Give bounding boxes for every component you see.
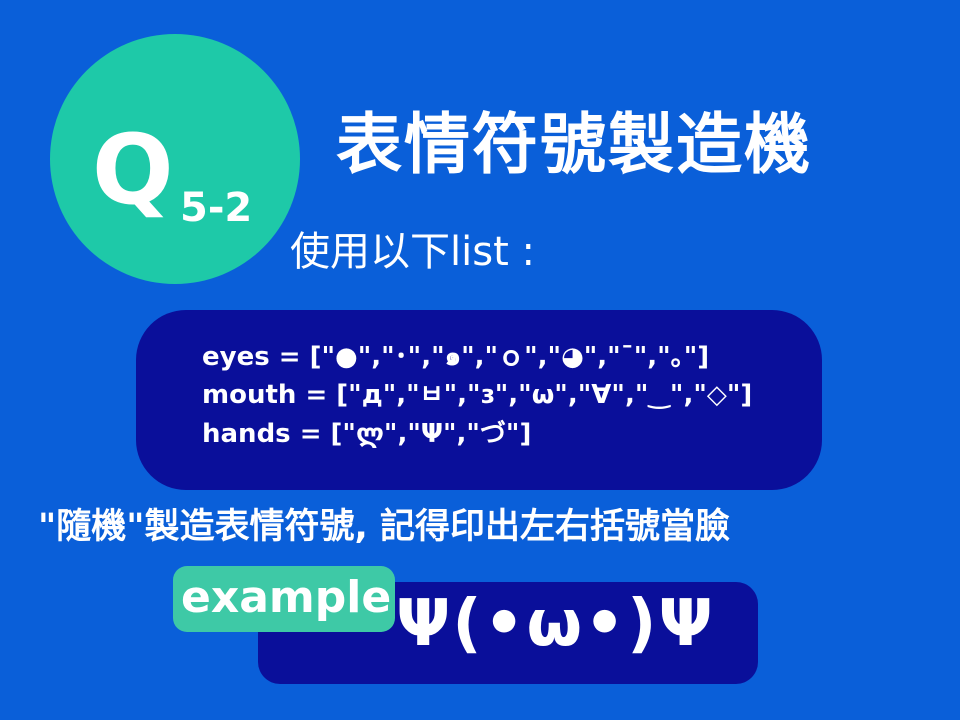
subtitle: 使用以下list : bbox=[290, 229, 535, 275]
page-title: 表情符號製造機 bbox=[336, 106, 812, 183]
code-line-hands: hands = ["ლ","Ψ","づ"] bbox=[202, 419, 532, 449]
question-letter: Q bbox=[92, 114, 174, 226]
instruction-text: "隨機"製造表情符號, 記得印出左右括號當臉 bbox=[38, 507, 730, 547]
example-face: Ψ(•ω•)Ψ bbox=[396, 587, 715, 661]
question-number: 5-2 bbox=[180, 185, 253, 231]
code-line-eyes: eyes = ["●","･","๑","ｏ","◕","¯","｡"] bbox=[202, 342, 710, 372]
code-line-mouth: mouth = ["д","ㅂ","ɜ","ω","∀","‿","◇"] bbox=[202, 380, 753, 410]
example-label: example bbox=[181, 572, 392, 623]
question-badge bbox=[50, 34, 300, 284]
